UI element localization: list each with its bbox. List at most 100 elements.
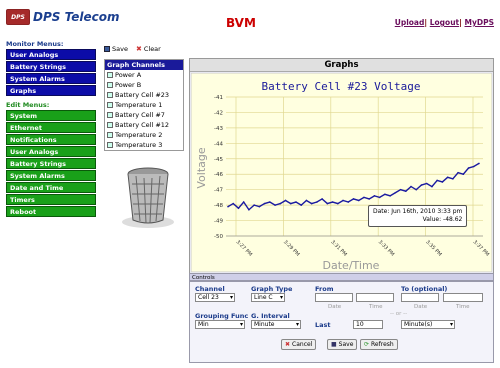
data-point: [378, 196, 381, 199]
data-point: [274, 204, 276, 206]
channel-item[interactable]: Power B: [105, 80, 183, 90]
channel-label: Temperature 3: [115, 141, 163, 149]
channel-label: Channel: [195, 285, 225, 293]
dps-logo-mark: DPS: [6, 9, 30, 25]
channel-select[interactable]: Cell 23: [195, 293, 235, 302]
edit-reboot[interactable]: Reboot: [6, 206, 96, 217]
data-point: [284, 199, 287, 202]
voltage-chart: Battery Cell #23 Voltage -41 -42 -43 -44 -45…: [191, 73, 492, 272]
brand-name: DPS Telecom: [33, 10, 120, 24]
floppy-icon: ■: [331, 341, 337, 348]
data-point: [242, 201, 245, 203]
controls-panel: Channel Cell 23 Graph Type Line C From D…: [189, 281, 494, 363]
data-point: [310, 202, 313, 205]
data-point: [289, 202, 292, 205]
cancel-button[interactable]: ✖ Cancel: [281, 339, 317, 350]
channel-icon: [107, 112, 113, 118]
from-time-input[interactable]: [356, 293, 394, 302]
channel-label: Temperature 2: [115, 131, 163, 139]
channel-label: Power A: [115, 71, 142, 79]
data-point: [352, 198, 355, 200]
channel-icon: [107, 92, 113, 98]
channel-item[interactable]: Power A: [105, 70, 183, 80]
save-button[interactable]: Save: [104, 45, 128, 53]
y-tick-label: -46: [214, 172, 223, 178]
channel-item[interactable]: Temperature 1: [105, 100, 183, 110]
data-point: [300, 204, 303, 206]
mydps-link[interactable]: MyDPS: [465, 18, 494, 27]
channel-label: Battery Cell #12: [115, 121, 170, 129]
last-unit-select[interactable]: Minute(s): [401, 320, 455, 329]
edit-date-time[interactable]: Date and Time: [6, 182, 96, 193]
data-point: [415, 188, 418, 191]
edit-system-alarms[interactable]: System Alarms: [6, 170, 96, 181]
refresh-button[interactable]: ⟳ Refresh: [360, 339, 398, 350]
interval-select[interactable]: Minute: [251, 320, 301, 329]
data-point: [357, 199, 360, 202]
y-tick-label: -42: [214, 110, 223, 116]
data-point: [269, 201, 271, 203]
edit-system[interactable]: System: [6, 110, 96, 121]
data-point: [441, 181, 444, 183]
data-point: [373, 195, 376, 197]
clear-icon: ✖: [135, 45, 142, 53]
cancel-label: Cancel: [292, 341, 313, 348]
channel-item[interactable]: Temperature 2: [105, 130, 183, 140]
y-tick-label: -47: [214, 188, 223, 194]
data-point: [420, 184, 423, 186]
from-time-sub: Time: [369, 304, 383, 310]
y-tick-label: -49: [214, 219, 223, 225]
data-point: [227, 205, 229, 208]
channel-icon: [107, 132, 113, 138]
menu-user-analogs[interactable]: User Analogs: [6, 49, 96, 60]
y-tick-label: -44: [214, 141, 223, 147]
to-date-sub: Date: [414, 304, 428, 310]
grouping-select[interactable]: Min: [195, 320, 245, 329]
menu-battery-strings[interactable]: Battery Strings: [6, 61, 96, 72]
upload-link[interactable]: Upload: [395, 18, 425, 27]
menu-graphs[interactable]: Graphs: [6, 85, 96, 96]
edit-notifications[interactable]: Notifications: [6, 134, 96, 145]
graph-toolbar: Save ✖ Clear: [104, 45, 161, 53]
graph-type-select[interactable]: Line C: [251, 293, 285, 302]
from-date-input[interactable]: [315, 293, 353, 302]
to-date-input[interactable]: [401, 293, 439, 302]
edit-battery-strings[interactable]: Battery Strings: [6, 158, 96, 169]
data-point: [258, 205, 261, 208]
cancel-icon: ✖: [285, 341, 291, 348]
controls-bar[interactable]: Controls: [189, 273, 494, 281]
data-point: [404, 190, 407, 193]
app-title: BVM: [226, 16, 256, 30]
data-point: [446, 176, 449, 179]
to-time-sub: Time: [456, 304, 470, 310]
channel-label: Temperature 1: [115, 101, 163, 109]
clear-button[interactable]: ✖ Clear: [136, 45, 161, 53]
save-label: Save: [338, 341, 354, 348]
data-point: [237, 207, 240, 209]
graph-channels-list: Graph Channels Power A Power B Battery C…: [104, 59, 184, 151]
x-axis-label: Date/Time: [323, 259, 380, 272]
data-point: [321, 198, 323, 200]
edit-timers[interactable]: Timers: [6, 194, 96, 205]
save-button[interactable]: ■ Save: [327, 339, 358, 350]
channel-item[interactable]: Battery Cell #23: [105, 90, 183, 100]
data-point: [399, 188, 402, 191]
channel-item[interactable]: Battery Cell #12: [105, 120, 183, 130]
edit-user-analogs[interactable]: User Analogs: [6, 146, 96, 157]
y-tick-label: -41: [214, 95, 223, 101]
to-time-input[interactable]: [443, 293, 483, 302]
channel-label: Battery Cell #7: [115, 111, 165, 119]
floppy-icon: [104, 46, 110, 52]
logout-link[interactable]: Logout: [430, 18, 459, 27]
last-value-input[interactable]: 10: [353, 320, 383, 329]
y-axis-label: Voltage: [195, 147, 208, 188]
channel-item[interactable]: Temperature 3: [105, 140, 183, 150]
or-text: -- or --: [390, 311, 408, 317]
menu-system-alarms[interactable]: System Alarms: [6, 73, 96, 84]
edit-ethernet[interactable]: Ethernet: [6, 122, 96, 133]
top-links: Upload| Logout| MyDPS: [395, 18, 494, 27]
channel-item[interactable]: Battery Cell #7: [105, 110, 183, 120]
trash-bin-icon[interactable]: [120, 164, 176, 230]
channel-label: Power B: [115, 81, 142, 89]
data-point: [363, 196, 365, 199]
